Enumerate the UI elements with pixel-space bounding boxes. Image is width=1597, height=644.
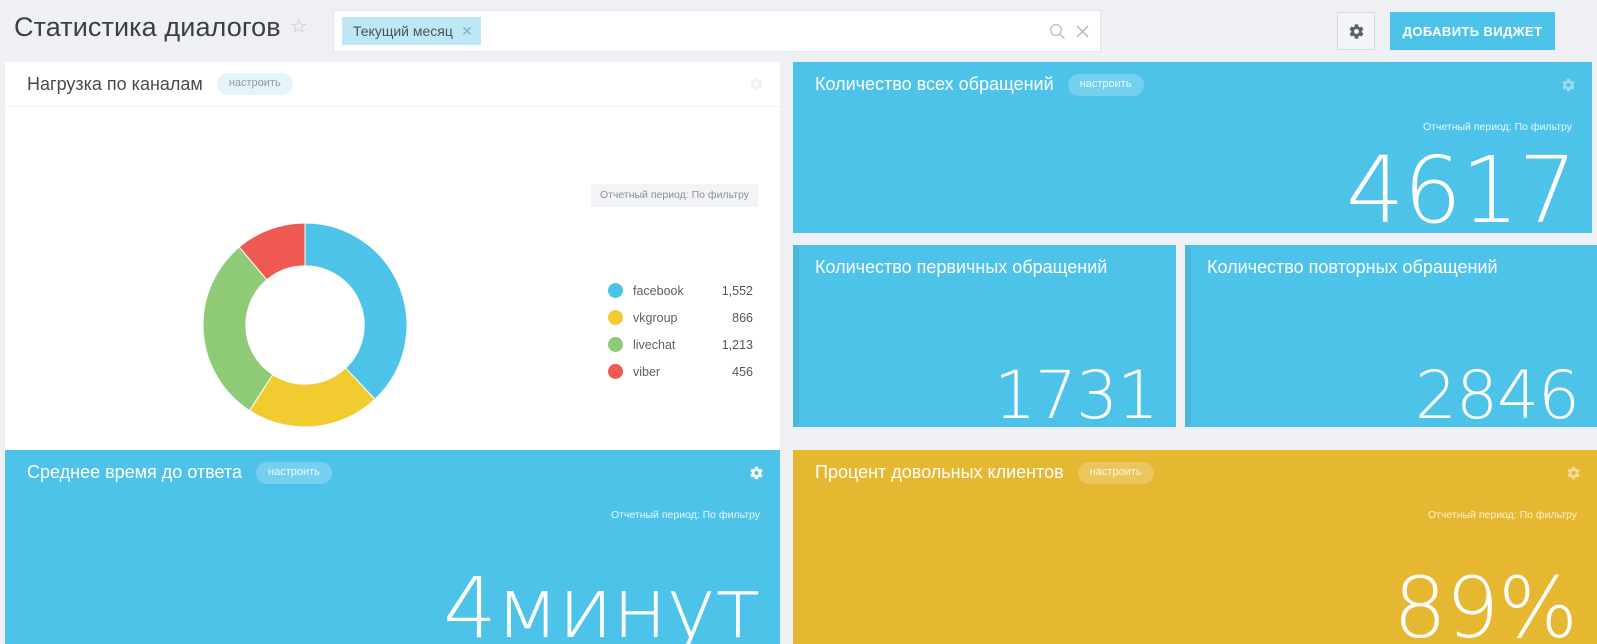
tune-button[interactable]: настроить [216, 73, 293, 95]
widget-title: Количество повторных обращений [1207, 257, 1498, 277]
widget-header: Количество повторных обращений [1185, 245, 1597, 290]
legend-item: viber 456 [608, 358, 753, 385]
widget-settings-button[interactable] [749, 465, 764, 480]
widget-title: Количество всех обращений [815, 74, 1054, 94]
search-input[interactable]: Текущий месяц ✕ [333, 10, 1101, 52]
widget-title: Среднее время до ответа [27, 462, 242, 482]
filter-chip-current-month[interactable]: Текущий месяц ✕ [342, 17, 481, 45]
gear-icon [1562, 78, 1575, 91]
legend-color-swatch [608, 337, 623, 352]
legend-item: livechat 1,213 [608, 331, 753, 358]
widget-header: Нагрузка по каналам настроить [5, 62, 780, 107]
clear-search-icon[interactable] [1075, 24, 1090, 39]
legend-label: facebook [633, 283, 684, 298]
page-title-group: Статистика диалогов ☆ [14, 11, 308, 43]
gear-icon [750, 77, 763, 91]
widget-title: Количество первичных обращений [815, 257, 1108, 277]
tune-button[interactable]: настроить [1077, 461, 1154, 484]
widget-average-response-time: Среднее время до ответа настроить Отчетн… [5, 450, 780, 644]
legend-label: viber [633, 364, 661, 379]
legend-label: livechat [633, 337, 676, 352]
widget-total-requests: Количество всех обращений настроить Отче… [793, 62, 1592, 233]
widget-primary-requests: Количество первичных обращений 1731 [793, 245, 1176, 427]
donut-chart [201, 221, 409, 429]
legend-color-swatch [608, 283, 623, 298]
legend-value: 866 [732, 310, 753, 325]
gear-icon [1567, 466, 1580, 479]
widget-title: Процент довольных клиентов [815, 462, 1064, 482]
add-widget-button[interactable]: ДОБАВИТЬ ВИДЖЕТ [1390, 12, 1555, 50]
widget-repeat-requests: Количество повторных обращений 2846 [1185, 245, 1597, 427]
widget-value: 1731 [994, 357, 1159, 428]
legend-value: 1,213 [721, 337, 753, 352]
favorite-star-icon[interactable]: ☆ [290, 17, 308, 37]
widget-settings-button[interactable] [749, 77, 764, 92]
donut-chart-svg [202, 222, 408, 428]
report-period-label: Отчетный период: По фильтру [1422, 121, 1572, 133]
dashboard-settings-button[interactable] [1337, 12, 1375, 50]
widget-header: Количество первичных обращений [793, 245, 1176, 290]
legend-value: 456 [732, 364, 753, 379]
report-period-label: Отчетный период: По фильтру [590, 184, 758, 207]
widget-header: Процент довольных клиентов настроить [793, 450, 1597, 495]
report-period-label: Отчетный период: По фильтру [1427, 509, 1577, 521]
chart-legend: facebook 1,552 vkgroup 866 livechat 1,21… [608, 277, 753, 385]
chart-area: Отчетный период: По фильтру facebook 1,5… [5, 107, 780, 462]
filter-chip-label: Текущий месяц [353, 23, 453, 39]
legend-value: 1,552 [721, 283, 753, 298]
widget-value: 4минут [443, 559, 761, 644]
tune-button[interactable]: настроить [1067, 73, 1144, 96]
donut-slice-facebook[interactable] [304, 222, 408, 400]
widget-channel-load: Нагрузка по каналам настроить Отчетный п… [5, 62, 780, 500]
report-period-label: Отчетный период: По фильтру [610, 509, 760, 521]
legend-item: facebook 1,552 [608, 277, 753, 304]
top-bar: Статистика диалогов ☆ Текущий месяц ✕ ДО… [0, 0, 1597, 62]
widget-settings-button[interactable] [1566, 465, 1581, 480]
widget-value: 2846 [1415, 357, 1580, 428]
search-icon[interactable] [1049, 23, 1066, 40]
legend-item: vkgroup 866 [608, 304, 753, 331]
widget-header: Среднее время до ответа настроить [5, 450, 780, 495]
widget-header: Количество всех обращений настроить [793, 62, 1592, 107]
legend-label: vkgroup [633, 310, 678, 325]
widget-settings-button[interactable] [1561, 77, 1576, 92]
widget-value: 4617 [1345, 137, 1577, 234]
search-controls [1049, 11, 1090, 51]
dashboard-grid: Нагрузка по каналам настроить Отчетный п… [0, 62, 1597, 644]
gear-icon [1349, 23, 1363, 39]
filter-chip-close-icon[interactable]: ✕ [461, 17, 473, 45]
legend-color-swatch [608, 310, 623, 325]
widget-satisfaction-percent: Процент довольных клиентов настроить Отч… [793, 450, 1597, 644]
gear-icon [750, 466, 763, 479]
widget-title: Нагрузка по каналам [27, 73, 203, 94]
tune-button[interactable]: настроить [256, 461, 332, 484]
legend-color-swatch [608, 364, 623, 379]
widget-value: 89% [1393, 559, 1578, 644]
page-title: Статистика диалогов [14, 12, 281, 42]
